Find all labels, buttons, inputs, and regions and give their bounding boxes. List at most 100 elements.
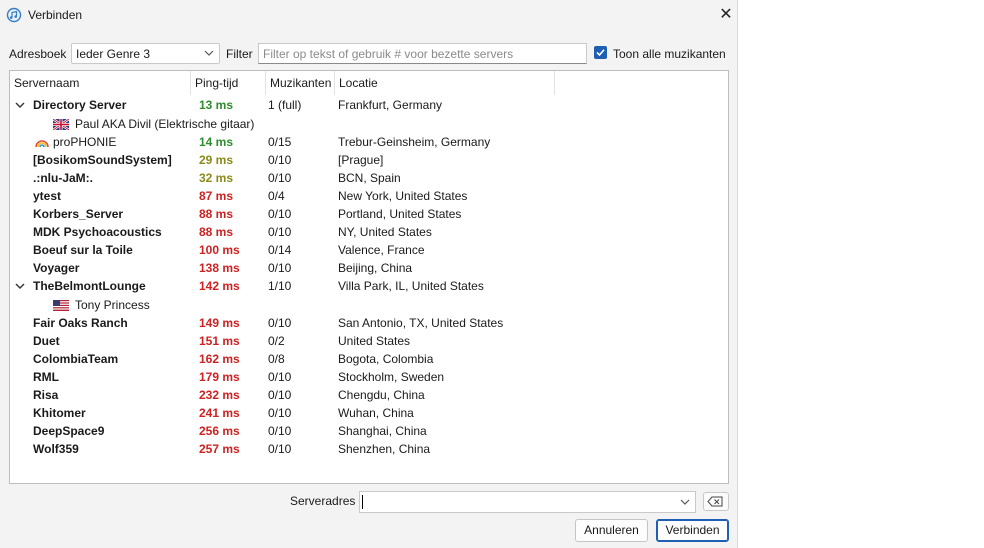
server-name: ytest xyxy=(33,189,62,203)
server-location: New York, United States xyxy=(338,189,468,203)
server-row[interactable]: [BosikomSoundSystem] 29 ms 0/10 [Prague] xyxy=(10,151,728,169)
close-icon[interactable]: ✕ xyxy=(718,6,734,24)
musician-count: 0/10 xyxy=(268,261,292,275)
server-name: [BosikomSoundSystem] xyxy=(33,153,172,167)
ping-time: 87 ms xyxy=(199,189,234,203)
musician-count: 0/10 xyxy=(268,370,292,384)
cancel-button[interactable]: Annuleren xyxy=(575,519,648,542)
server-name: MDK Psychoacoustics xyxy=(33,225,162,239)
server-row[interactable]: Khitomer 241 ms 0/10 Wuhan, China xyxy=(10,404,728,422)
server-name: Directory Server xyxy=(33,98,127,112)
show-all-checkbox[interactable] xyxy=(594,46,607,59)
server-location: Villa Park, IL, United States xyxy=(338,279,484,293)
server-location: Valence, France xyxy=(338,243,425,257)
window-title: Verbinden xyxy=(28,8,83,22)
ping-time: 179 ms xyxy=(199,370,240,384)
musician-row[interactable]: Tony Princess xyxy=(10,296,728,314)
server-location: Frankfurt, Germany xyxy=(338,98,443,112)
musician-count: 0/10 xyxy=(268,406,292,420)
server-row[interactable]: .:nlu-JaM:. 32 ms 0/10 BCN, Spain xyxy=(10,169,728,187)
backspace-icon xyxy=(707,496,723,507)
server-row[interactable]: Wolf359 257 ms 0/10 Shenzhen, China xyxy=(10,440,728,458)
server-location: Beijing, China xyxy=(338,261,413,275)
server-location: Shenzhen, China xyxy=(338,442,431,456)
ping-time: 13 ms xyxy=(199,98,234,112)
server-row[interactable]: MDK Psychoacoustics 88 ms 0/10 NY, United S… xyxy=(10,223,728,241)
server-location: NY, United States xyxy=(338,225,432,239)
server-row[interactable]: DeepSpace9 256 ms 0/10 Shanghai, China xyxy=(10,422,728,440)
ping-time: 162 ms xyxy=(199,352,240,366)
server-location: Portland, United States xyxy=(338,207,462,221)
filter-input[interactable] xyxy=(258,43,587,64)
server-location: Wuhan, China xyxy=(338,406,414,420)
connect-dialog: Verbinden ✕ Adresboek Ieder Genre 3 Filt… xyxy=(0,0,738,548)
ping-time: 256 ms xyxy=(199,424,240,438)
server-row[interactable]: proPHONIE 14 ms 0/15 Trebur-Geinsheim, Germ… xyxy=(10,133,728,151)
chevron-down-icon xyxy=(204,50,214,56)
server-location: Chengdu, China xyxy=(338,388,425,402)
column-header-musicians[interactable]: Muzikanten xyxy=(266,71,335,95)
directory-select[interactable]: Ieder Genre 3 xyxy=(71,43,220,64)
server-row[interactable]: ColombiaTeam 162 ms 0/8 Bogota, Colombia xyxy=(10,350,728,368)
chevron-down-icon[interactable] xyxy=(14,280,26,292)
server-address-input[interactable] xyxy=(359,491,696,513)
clear-address-button[interactable] xyxy=(703,492,729,511)
server-location: Stockholm, Sweden xyxy=(338,370,445,384)
server-row[interactable]: Duet 151 ms 0/2 United States xyxy=(10,332,728,350)
rainbow-icon xyxy=(35,140,49,148)
ping-time: 32 ms xyxy=(199,171,234,185)
server-row[interactable]: Risa 232 ms 0/10 Chengdu, China xyxy=(10,386,728,404)
ping-time: 257 ms xyxy=(199,442,240,456)
server-row[interactable]: RML 179 ms 0/10 Stockholm, Sweden xyxy=(10,368,728,386)
musician-count: 1/10 xyxy=(268,279,292,293)
server-row[interactable]: Directory Server 13 ms 1 (full) Frankfurt, … xyxy=(10,96,728,114)
title-bar: Verbinden ✕ xyxy=(0,0,737,32)
column-header-server-name[interactable]: Servernaam xyxy=(10,71,191,95)
server-location: San Antonio, TX, United States xyxy=(338,316,504,330)
ping-time: 151 ms xyxy=(199,334,240,348)
server-name: Khitomer xyxy=(33,406,86,420)
ping-time: 149 ms xyxy=(199,316,240,330)
ping-time: 29 ms xyxy=(199,153,234,167)
ping-time: 138 ms xyxy=(199,261,240,275)
musician-count: 0/10 xyxy=(268,316,292,330)
server-row[interactable]: Korbers_Server 88 ms 0/10 Portland, United … xyxy=(10,205,728,223)
server-location: [Prague] xyxy=(338,153,384,167)
server-name: Risa xyxy=(33,388,59,402)
musician-count: 0/10 xyxy=(268,207,292,221)
server-row[interactable]: ytest 87 ms 0/4 New York, United States xyxy=(10,187,728,205)
text-cursor xyxy=(362,495,363,509)
server-name: Fair Oaks Ranch xyxy=(33,316,128,330)
musician-count: 0/10 xyxy=(268,171,292,185)
musician-count: 0/15 xyxy=(268,135,292,149)
server-name: Korbers_Server xyxy=(33,207,124,221)
chevron-down-icon[interactable] xyxy=(679,496,691,508)
connect-button[interactable]: Verbinden xyxy=(656,519,729,542)
server-location: Trebur-Geinsheim, Germany xyxy=(338,135,491,149)
server-row[interactable]: TheBelmontLounge 142 ms 1/10 Villa Park, IL… xyxy=(10,277,728,295)
musician-count: 0/10 xyxy=(268,424,292,438)
us-flag-icon xyxy=(53,300,69,311)
server-name: DeepSpace9 xyxy=(33,424,105,438)
server-row[interactable]: Boeuf sur la Toile 100 ms 0/14 Valence, Fra… xyxy=(10,241,728,259)
musician-row[interactable]: Paul AKA Divil (Elektrische gitaar) xyxy=(10,115,728,133)
chevron-down-icon[interactable] xyxy=(14,99,26,111)
ping-time: 100 ms xyxy=(199,243,240,257)
server-row[interactable]: Fair Oaks Ranch 149 ms 0/10 San Antonio, TX… xyxy=(10,314,728,332)
column-header-ping[interactable]: Ping-tijd xyxy=(191,71,266,95)
server-name: proPHONIE xyxy=(53,135,117,149)
musician-count: 1 (full) xyxy=(268,98,302,112)
musician-count: 0/8 xyxy=(268,352,285,366)
musician-name: Paul AKA Divil (Elektrische gitaar) xyxy=(75,117,255,131)
server-name: Duet xyxy=(33,334,60,348)
jamulus-app-icon xyxy=(6,7,22,23)
server-list[interactable]: Servernaam Ping-tijd Muzikanten Locatie … xyxy=(9,70,729,484)
server-row[interactable]: Voyager 138 ms 0/10 Beijing, China xyxy=(10,259,728,277)
server-address-label: Serveradres xyxy=(290,494,356,508)
musician-count: 0/10 xyxy=(268,153,292,167)
column-header-location[interactable]: Locatie xyxy=(335,71,555,95)
musician-count: 0/14 xyxy=(268,243,292,257)
server-location: United States xyxy=(338,334,411,348)
directory-value: Ieder Genre 3 xyxy=(76,47,151,61)
musician-count: 0/10 xyxy=(268,388,292,402)
